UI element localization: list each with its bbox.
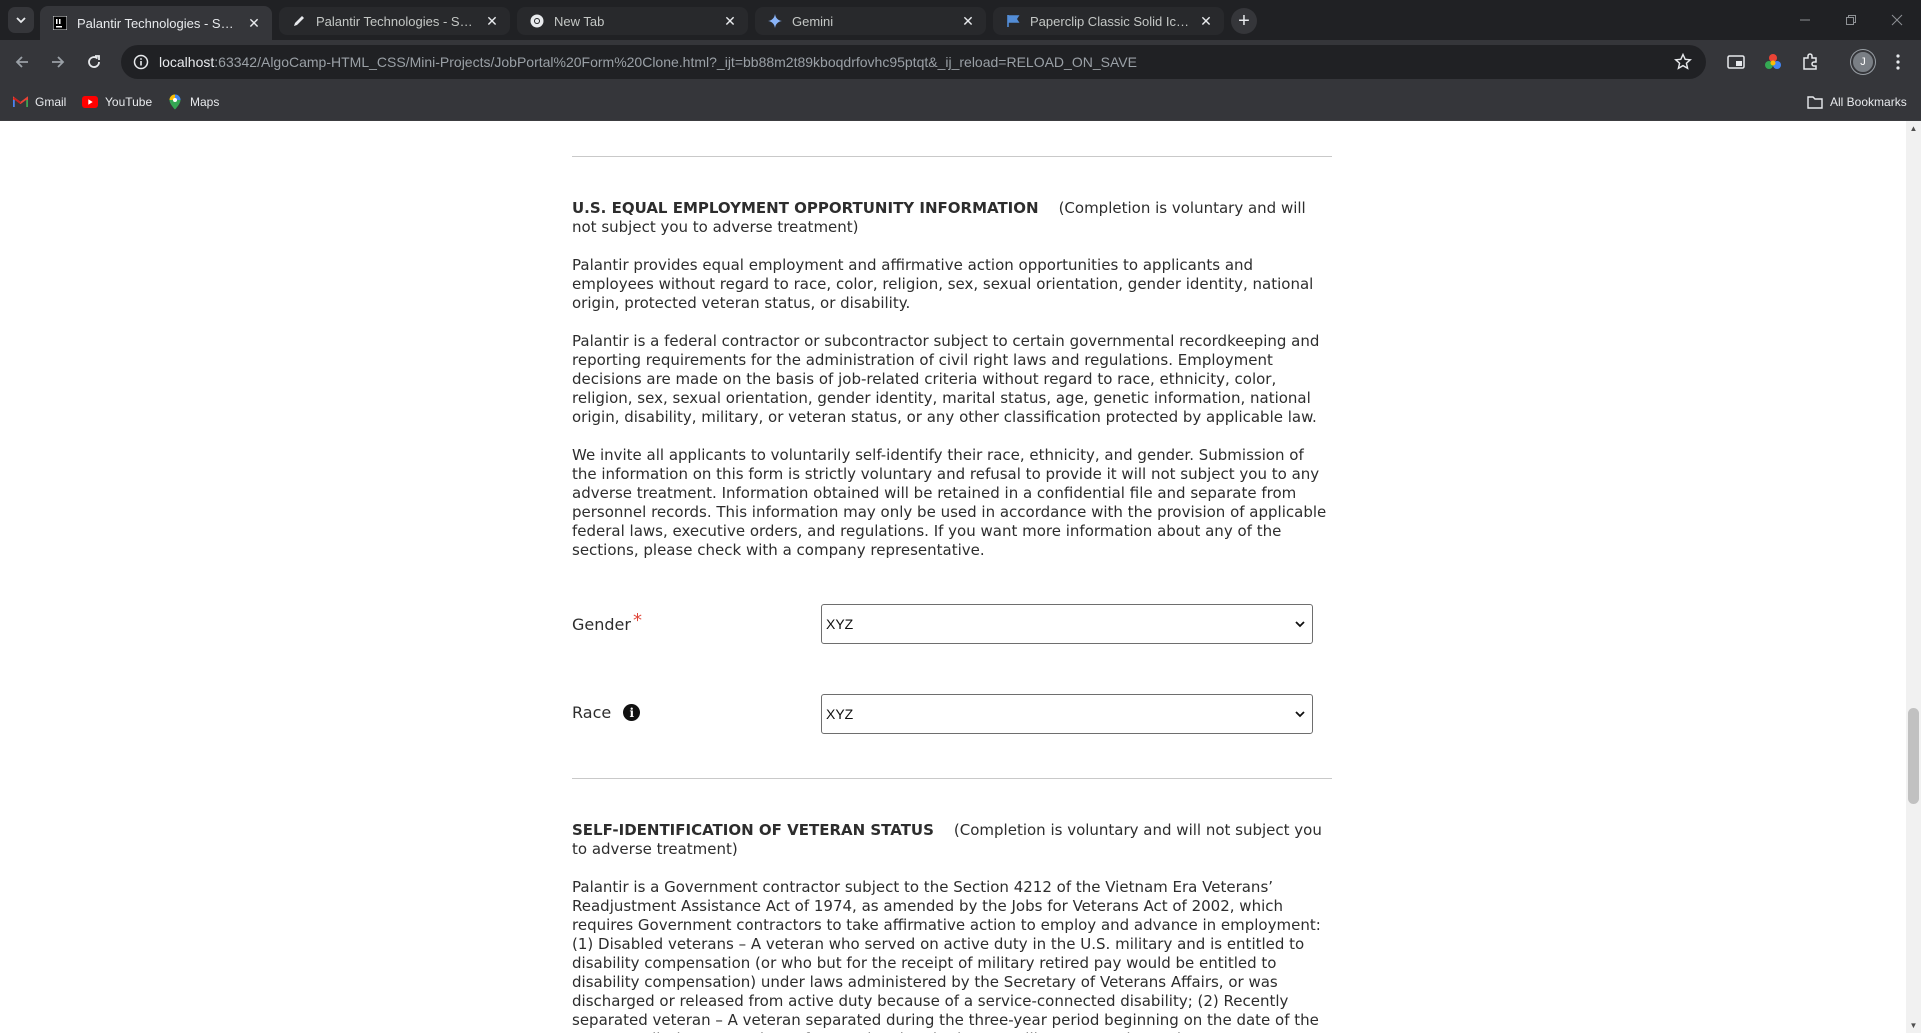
scroll-up-arrow-icon[interactable]: ▲ (1909, 124, 1918, 133)
forward-icon[interactable] (46, 50, 70, 74)
fontawesome-flag-icon (1005, 13, 1021, 29)
race-selected-value: XYZ (826, 706, 854, 722)
tab-gemini[interactable]: Gemini ✕ (755, 7, 986, 35)
tab-palantir-2[interactable]: Palantir Technologies - Software ✕ (279, 7, 510, 35)
tab-palantir-active[interactable]: Palantir Technologies - Software ✕ (40, 6, 272, 40)
browser-chrome: Palantir Technologies - Software ✕ Palan… (0, 0, 1921, 121)
gmail-icon (12, 94, 28, 110)
chevron-down-icon (1295, 711, 1305, 718)
tab-strip: Palantir Technologies - Software ✕ Palan… (0, 0, 1921, 40)
reload-icon[interactable] (82, 50, 106, 74)
new-tab-button[interactable]: + (1231, 8, 1257, 34)
tab-title: Palantir Technologies - Software (316, 13, 478, 29)
close-icon[interactable]: ✕ (246, 15, 262, 31)
veteran-paragraph-1: Palantir is a Government contractor subj… (572, 878, 1321, 1033)
page-viewport: U.S. EQUAL EMPLOYMENT OPPORTUNITY INFORM… (0, 121, 1921, 1033)
url-host: localhost (159, 54, 215, 70)
gemini-icon (767, 13, 783, 29)
restore-icon[interactable] (1828, 0, 1874, 40)
bookmark-label: YouTube (105, 95, 153, 109)
chevron-down-icon (1295, 621, 1305, 628)
gender-select[interactable]: XYZ (821, 604, 1313, 644)
bookmark-label: Gmail (35, 95, 67, 109)
cast-icon[interactable] (1726, 52, 1746, 72)
tab-search-button[interactable] (8, 7, 34, 33)
close-icon[interactable]: ✕ (1198, 13, 1214, 29)
close-icon[interactable]: ✕ (960, 13, 976, 29)
pen-icon (291, 13, 307, 29)
tab-title: Gemini (792, 13, 834, 29)
chevron-down-icon (16, 17, 26, 24)
eeo-section-header: U.S. EQUAL EMPLOYMENT OPPORTUNITY INFORM… (572, 199, 1332, 237)
bookmark-youtube[interactable]: YouTube (82, 93, 152, 111)
url-text: localhost:63342/AlgoCamp-HTML_CSS/Mini-P… (159, 54, 1137, 70)
eeo-paragraph-1: Palantir provides equal employment and a… (572, 256, 1314, 312)
tab-paperclip[interactable]: Paperclip Classic Solid Icon | Fo ✕ (993, 7, 1224, 35)
url-path: :63342/AlgoCamp-HTML_CSS/Mini-Projects/J… (214, 54, 1137, 70)
folder-icon (1807, 94, 1823, 110)
bookmark-maps[interactable]: Maps (167, 93, 219, 111)
veteran-section-header: SELF-IDENTIFICATION OF VETERAN STATUS (Co… (572, 821, 1332, 859)
scrollbar-thumb[interactable] (1908, 708, 1919, 804)
bookmarks-bar: Gmail YouTube Maps All Bookmarks (0, 84, 1921, 121)
bookmark-label: Maps (190, 95, 220, 109)
bookmark-gmail[interactable]: Gmail (12, 93, 66, 111)
eeo-paragraph-2: Palantir is a federal contractor or subc… (572, 332, 1320, 426)
tab-title: Palantir Technologies - Software (77, 15, 240, 31)
page-scrollbar[interactable]: ▲ ▼ (1906, 121, 1921, 1033)
color-extension-icon[interactable] (1763, 52, 1783, 72)
info-icon[interactable]: i (623, 704, 641, 721)
section-divider (572, 778, 1332, 779)
tab-new-tab[interactable]: New Tab ✕ (517, 7, 748, 35)
all-bookmarks[interactable]: All Bookmarks (1807, 93, 1907, 111)
required-asterisk: * (632, 610, 642, 631)
scroll-down-arrow-icon[interactable]: ▼ (1909, 1021, 1918, 1030)
tab-title: Paperclip Classic Solid Icon | Fo (1030, 13, 1192, 29)
all-bookmarks-label: All Bookmarks (1830, 95, 1907, 109)
kebab-menu-icon[interactable] (1888, 52, 1908, 72)
section-divider (572, 156, 1332, 157)
eeo-heading: U.S. EQUAL EMPLOYMENT OPPORTUNITY INFORM… (572, 199, 1039, 217)
gender-label-text: Gender (572, 615, 631, 634)
tab-title: New Tab (554, 13, 605, 29)
veteran-heading: SELF-IDENTIFICATION OF VETERAN STATUS (572, 821, 934, 839)
extensions-puzzle-icon[interactable] (1800, 52, 1820, 72)
close-icon[interactable]: ✕ (484, 13, 500, 29)
race-label-text: Race (572, 703, 612, 722)
close-icon[interactable]: ✕ (722, 13, 738, 29)
intellij-icon (52, 15, 68, 31)
maps-icon (167, 94, 183, 110)
address-bar[interactable]: localhost:63342/AlgoCamp-HTML_CSS/Mini-P… (121, 45, 1706, 79)
gender-selected-value: XYZ (826, 616, 854, 632)
eeo-paragraph-3: We invite all applicants to voluntarily … (572, 446, 1327, 559)
race-select[interactable]: XYZ (821, 694, 1313, 734)
close-window-icon[interactable] (1874, 0, 1920, 40)
site-info-icon[interactable] (133, 54, 149, 70)
minimize-icon[interactable] (1782, 0, 1828, 40)
youtube-icon (82, 94, 98, 110)
bookmark-star-icon[interactable] (1674, 53, 1692, 71)
race-label: Race i (572, 703, 641, 722)
browser-toolbar: localhost:63342/AlgoCamp-HTML_CSS/Mini-P… (0, 40, 1921, 84)
profile-avatar[interactable]: J (1851, 50, 1875, 74)
gender-label: Gender * (572, 610, 642, 635)
chrome-icon (529, 13, 545, 29)
back-icon[interactable] (10, 50, 34, 74)
